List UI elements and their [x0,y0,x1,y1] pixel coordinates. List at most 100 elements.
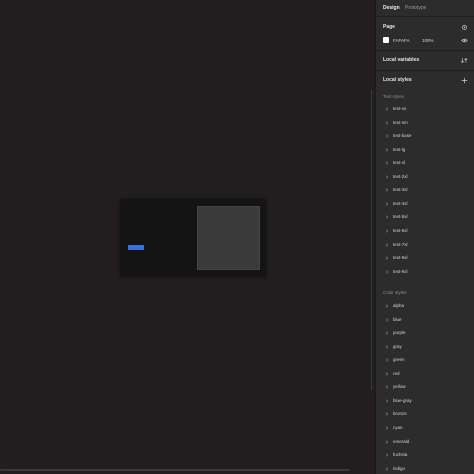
text-style-item[interactable]: text-8xl [376,254,474,263]
settings-icon[interactable] [460,23,468,31]
text-style-item[interactable]: text-2xl [376,173,474,182]
style-item-label: text-6xl [393,227,408,233]
chevron-right-icon[interactable] [385,120,389,125]
canvas[interactable] [0,0,375,474]
page-section-title: Page [383,24,395,30]
chevron-right-icon[interactable] [385,345,389,349]
chevron-right-icon[interactable] [385,304,389,308]
app: Design Prototype Page FAFAFA 100% Local … [0,0,474,474]
style-item-label: text-sm [393,119,408,125]
style-item-label: text-xs [393,106,407,111]
text-style-item[interactable]: text-7xl [376,241,474,250]
chevron-right-icon[interactable] [385,134,389,138]
chevron-right-icon[interactable] [385,256,389,260]
chevron-right-icon[interactable] [385,331,389,335]
color-style-item[interactable]: red [376,370,474,379]
section-divider [376,50,474,51]
color-style-item[interactable]: yellow [376,383,474,392]
chevron-right-icon[interactable] [385,148,389,152]
chevron-right-icon[interactable] [385,269,389,274]
text-style-item[interactable]: text-6xl [376,227,474,236]
chevron-right-icon[interactable] [385,358,389,362]
color-style-item[interactable]: fuchsia [376,451,474,460]
chevron-right-icon[interactable] [385,439,389,444]
text-styles-label: Text styles [383,94,405,99]
text-style-item[interactable]: text-4xl [376,200,474,209]
canvas-vertical-scrollbar[interactable] [371,90,372,390]
chevron-right-icon[interactable] [385,412,389,417]
color-style-item[interactable]: gray [376,343,474,352]
style-item-label: text-xl [393,160,406,166]
color-style-item[interactable]: green [376,356,474,365]
style-item-label: text-9xl [393,268,408,274]
color-style-item[interactable]: emerald [376,438,474,447]
eye-icon[interactable] [460,36,468,44]
text-style-item[interactable]: text-sm [376,119,474,128]
page-color-hex[interactable]: FAFAFA [393,38,410,43]
style-item-label: text-4xl [393,200,408,206]
chevron-right-icon[interactable] [385,215,389,220]
style-item-label: yellow [393,384,406,390]
text-style-item[interactable]: text-5xl [376,213,474,222]
style-item-label: indigo [393,465,406,471]
style-item-label: gray [393,343,402,349]
text-style-item[interactable]: text-xl [376,159,474,168]
color-style-item[interactable]: alpha [376,302,474,311]
design-panel: Design Prototype Page FAFAFA 100% Local … [375,0,474,474]
page-color-swatch[interactable] [383,37,389,43]
page-opacity[interactable]: 100% [422,38,434,43]
style-item-label: alpha [393,303,405,308]
text-style-item[interactable]: text-3xl [376,186,474,195]
chevron-right-icon[interactable] [385,229,389,233]
chevron-right-icon[interactable] [385,107,389,111]
variables-icon[interactable] [460,56,468,64]
style-item-label: bronze [393,411,407,417]
tab-design[interactable]: Design [383,5,400,11]
chevron-right-icon[interactable] [385,385,389,389]
panel-tabs: Design Prototype [376,0,474,17]
chevron-right-icon[interactable] [385,242,389,247]
color-styles-label: Color styles [383,290,407,295]
chevron-right-icon[interactable] [385,175,389,179]
chevron-right-icon[interactable] [385,399,389,403]
text-style-item[interactable]: text-base [376,132,474,141]
local-variables-title[interactable]: Local variables [383,57,419,63]
chevron-right-icon[interactable] [385,161,389,165]
style-item-label: text-5xl [393,214,408,220]
color-style-item[interactable]: indigo [376,465,474,474]
style-item-label: fuchsia [393,452,408,458]
canvas-horizontal-scrollbar[interactable] [0,469,350,471]
color-style-item[interactable]: bronze [376,410,474,419]
chevron-right-icon[interactable] [385,466,389,471]
text-style-item[interactable]: text-lg [376,146,474,155]
chevron-right-icon[interactable] [385,202,389,206]
chevron-right-icon[interactable] [385,453,389,457]
tab-prototype[interactable]: Prototype [405,5,426,11]
color-style-item[interactable]: blue-gray [376,397,474,406]
plus-icon[interactable] [460,76,468,84]
frame-cta-button[interactable] [128,245,144,250]
color-style-item[interactable]: purple [376,329,474,338]
hero-frame[interactable] [120,199,266,277]
style-item-label: text-3xl [393,187,408,193]
text-style-item[interactable]: text-xs [376,105,474,114]
text-style-item[interactable]: text-9xl [376,268,474,277]
frame-image-placeholder[interactable] [197,206,260,270]
section-divider [376,70,474,71]
style-item-label: purple [393,330,406,336]
style-item-label: blue-gray [393,397,412,403]
chevron-right-icon[interactable] [385,317,389,322]
style-item-label: text-8xl [393,255,408,261]
style-item-label: red [393,370,400,376]
color-style-item[interactable]: cyan [376,424,474,433]
style-item-label: emerald [393,438,410,444]
chevron-right-icon[interactable] [385,426,389,430]
color-style-item[interactable]: blue [376,316,474,325]
local-styles-title: Local styles [383,77,412,83]
chevron-right-icon[interactable] [385,372,389,376]
style-item-label: text-7xl [393,241,408,247]
chevron-right-icon[interactable] [385,188,389,192]
style-item-label: text-2xl [393,173,408,179]
style-item-label: text-base [393,133,412,139]
style-item-label: cyan [393,424,403,430]
